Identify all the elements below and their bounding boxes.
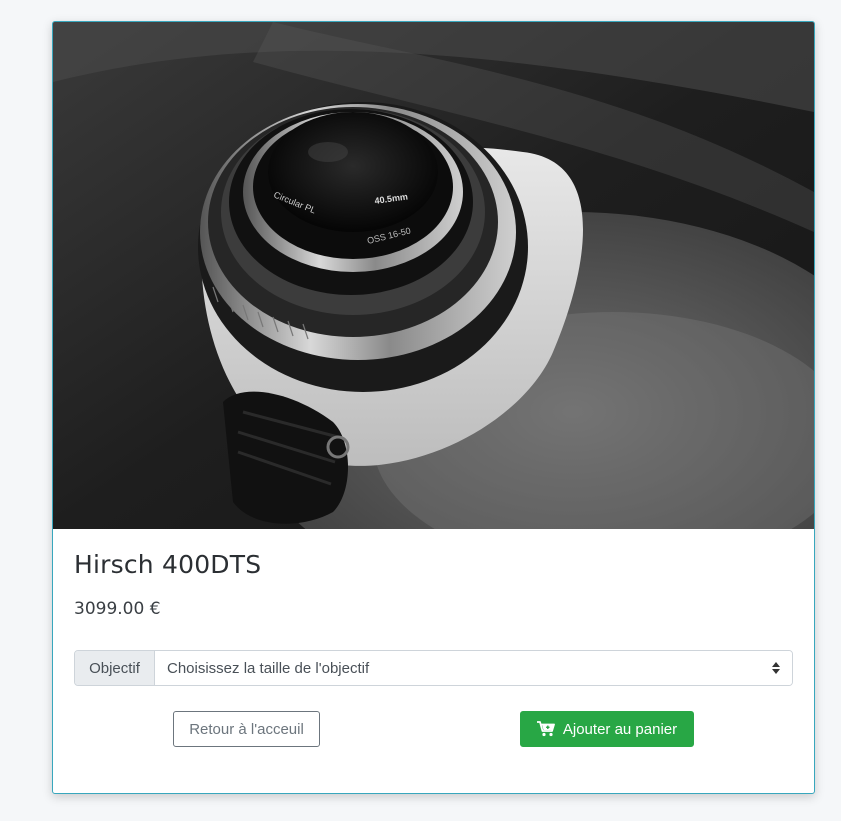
product-title: Hirsch 400DTS <box>74 550 262 579</box>
add-to-cart-button[interactable]: Ajouter au panier <box>520 711 694 747</box>
select-addon-label: Objectif <box>75 651 155 685</box>
lens-size-select[interactable]: Choisissez la taille de l'objectif <box>155 651 792 685</box>
back-home-button[interactable]: Retour à l'acceuil <box>173 711 320 747</box>
select-value: Choisissez la taille de l'objectif <box>167 659 370 677</box>
add-to-cart-label: Ajouter au panier <box>562 720 678 738</box>
sort-icon <box>772 662 780 674</box>
product-photo: Circular PL 40.5mm OSS 16-50 <box>53 22 814 529</box>
product-card: Circular PL 40.5mm OSS 16-50 Hirsch 400D… <box>52 21 815 794</box>
lens-size-select-group: Objectif Choisissez la taille de l'objec… <box>74 650 793 686</box>
product-price: 3099.00 € <box>74 599 161 619</box>
back-home-label: Retour à l'acceuil <box>189 720 304 738</box>
cart-plus-icon <box>536 721 555 737</box>
